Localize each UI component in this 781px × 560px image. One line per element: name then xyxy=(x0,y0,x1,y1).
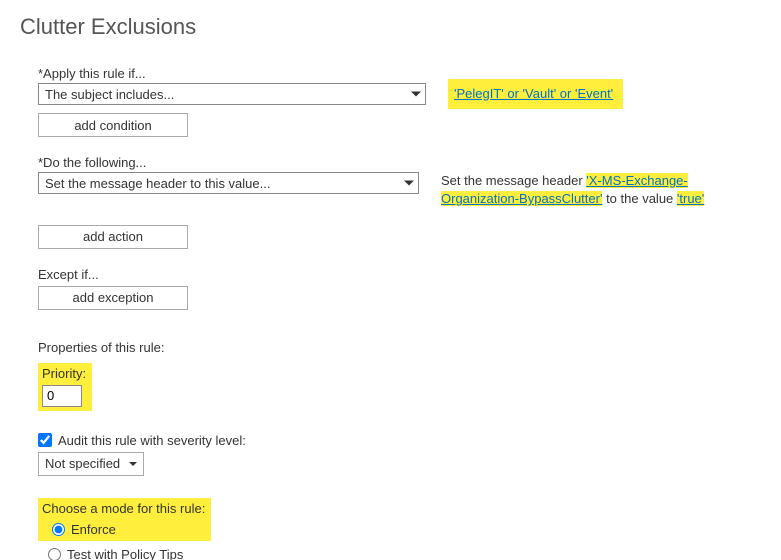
priority-label: Priority: xyxy=(42,366,86,381)
priority-input[interactable] xyxy=(42,385,82,407)
chevron-down-icon xyxy=(404,181,414,186)
action-dropdown[interactable]: Set the message header to this value... xyxy=(38,172,419,194)
chevron-down-icon xyxy=(411,92,421,97)
action-dropdown-value: Set the message header to this value... xyxy=(45,176,270,191)
mode-enforce-radio[interactable] xyxy=(52,523,65,536)
scroll-area[interactable]: *Apply this rule if... The subject inclu… xyxy=(0,54,781,560)
add-condition-button[interactable]: add condition xyxy=(38,113,188,137)
condition-value-link[interactable]: 'PelegIT' or 'Vault' or 'Event' xyxy=(454,86,613,101)
condition-dropdown[interactable]: The subject includes... xyxy=(38,83,426,105)
action-label: *Do the following... xyxy=(38,155,751,170)
severity-dropdown[interactable]: Not specified xyxy=(38,452,144,476)
mode-enforce-label: Enforce xyxy=(71,522,116,537)
action-text-middle: to the value xyxy=(602,191,676,206)
properties-label: Properties of this rule: xyxy=(38,340,751,355)
mode-label: Choose a mode for this rule: xyxy=(42,501,205,516)
mode-test-policy-radio[interactable] xyxy=(48,548,61,560)
audit-label: Audit this rule with severity level: xyxy=(58,433,246,448)
add-action-button[interactable]: add action xyxy=(38,225,188,249)
mode-test-policy-label: Test with Policy Tips xyxy=(67,547,183,560)
chevron-down-icon xyxy=(129,462,137,466)
header-value-link[interactable]: 'true' xyxy=(677,191,704,206)
severity-dropdown-value: Not specified xyxy=(45,456,120,471)
condition-dropdown-value: The subject includes... xyxy=(45,87,174,102)
condition-label: *Apply this rule if... xyxy=(38,66,751,81)
audit-checkbox[interactable] xyxy=(38,433,52,447)
exception-label: Except if... xyxy=(38,267,751,282)
add-exception-button[interactable]: add exception xyxy=(38,286,188,310)
action-text-prefix: Set the message header xyxy=(441,173,586,188)
page-title: Clutter Exclusions xyxy=(0,0,781,50)
